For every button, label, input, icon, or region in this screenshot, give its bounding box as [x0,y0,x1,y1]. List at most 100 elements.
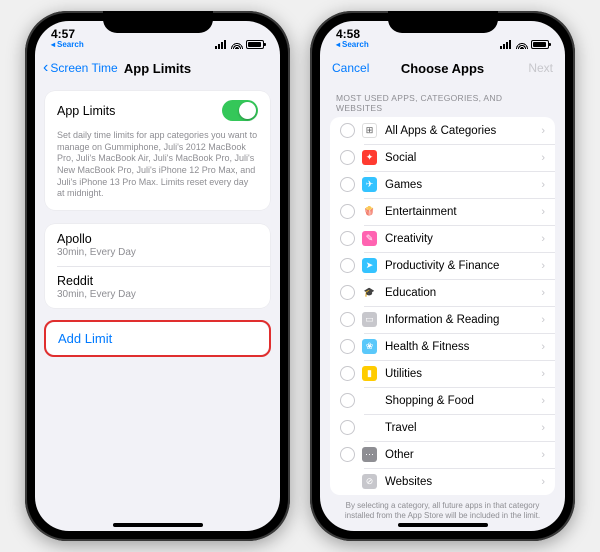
category-icon: 🛍 [362,393,377,408]
chevron-right-icon: › [541,422,545,434]
category-label: Health & Fitness [385,341,541,353]
category-list: ⊞ All Apps & Categories › ✦ Social › ✈ G… [330,117,555,495]
add-limit-label: Add Limit [58,331,112,346]
category-row[interactable]: 🍿 Entertainment › [330,198,555,225]
phone-left: 4:57 ◂Search ‹ Screen Time App Limits Ap… [25,11,290,541]
category-label: Entertainment [385,206,541,218]
limit-row[interactable]: Reddit30min, Every Day [45,266,270,308]
category-label: Social [385,152,541,164]
radio-button[interactable] [340,339,355,354]
battery-icon [531,40,549,49]
category-label: Education [385,287,541,299]
chevron-right-icon: › [541,395,545,407]
nav-title: App Limits [124,61,191,76]
content[interactable]: App Limits Set daily time limits for app… [35,85,280,531]
category-icon: ⋯ [362,447,377,462]
category-row[interactable]: ▭ Information & Reading › [330,306,555,333]
chevron-right-icon: › [541,341,545,353]
wifi-icon [231,40,243,49]
battery-icon [246,40,264,49]
cancel-button[interactable]: Cancel [332,61,369,75]
app-limits-toggle-row: App Limits [45,91,270,130]
app-limits-toggle[interactable] [222,100,258,121]
category-row[interactable]: ⊘ Websites › [330,468,555,495]
category-icon: ⊞ [362,123,377,138]
status-search-breadcrumb[interactable]: ◂Search [336,41,369,49]
radio-button[interactable] [340,312,355,327]
phone-right: 4:58 ◂Search Cancel Choose Apps Next MOS… [310,11,575,541]
category-label: Other [385,449,541,461]
limit-name: Apollo [57,232,92,246]
category-icon: ➤ [362,258,377,273]
radio-button[interactable] [340,393,355,408]
screen-app-limits: 4:57 ◂Search ‹ Screen Time App Limits Ap… [35,21,280,531]
add-limit-button[interactable]: Add Limit [46,322,269,355]
category-row[interactable]: 🎓 Education › [330,279,555,306]
category-label: Games [385,179,541,191]
chevron-right-icon: › [541,206,545,218]
category-label: Websites [385,476,541,488]
radio-button[interactable] [340,150,355,165]
radio-button[interactable] [340,420,355,435]
radio-button[interactable] [340,366,355,381]
category-row[interactable]: ✎ Creativity › [330,225,555,252]
category-label: Productivity & Finance [385,260,541,272]
category-row[interactable]: 🏖 Travel › [330,414,555,441]
radio-button[interactable] [340,177,355,192]
category-row[interactable]: ❀ Health & Fitness › [330,333,555,360]
category-row[interactable]: ▮ Utilities › [330,360,555,387]
chevron-right-icon: › [541,287,545,299]
radio-button[interactable] [340,258,355,273]
category-icon: ✈ [362,177,377,192]
section-header: MOST USED APPS, CATEGORIES, AND WEBSITES [330,87,555,117]
status-time: 4:58 [336,28,369,40]
content[interactable]: MOST USED APPS, CATEGORIES, AND WEBSITES… [320,85,565,531]
chevron-right-icon: › [541,368,545,380]
app-limits-description: Set daily time limits for app categories… [45,130,270,210]
category-icon: ❀ [362,339,377,354]
notch [388,11,498,33]
app-limits-toggle-card: App Limits Set daily time limits for app… [45,91,270,210]
category-icon: ▮ [362,366,377,381]
category-icon: 🍿 [362,204,377,219]
chevron-right-icon: › [541,449,545,461]
toggle-label: App Limits [57,104,115,118]
signal-icon [500,40,513,49]
category-icon: ▭ [362,312,377,327]
category-row[interactable]: ⋯ Other › [330,441,555,468]
home-indicator[interactable] [113,523,203,527]
chevron-right-icon: › [541,152,545,164]
radio-button[interactable] [340,447,355,462]
status-search-breadcrumb[interactable]: ◂Search [51,41,84,49]
back-button[interactable]: ‹ Screen Time [43,59,118,77]
limit-detail: 30min, Every Day [57,247,136,258]
category-row[interactable]: ✦ Social › [330,144,555,171]
radio-button[interactable] [340,231,355,246]
next-button[interactable]: Next [528,61,553,75]
chevron-left-icon: ‹ [43,59,48,77]
category-row[interactable]: ✈ Games › [330,171,555,198]
limit-row[interactable]: Apollo30min, Every Day [45,224,270,266]
category-icon: ✦ [362,150,377,165]
back-label: Screen Time [50,61,117,75]
category-icon: ⊘ [362,474,377,489]
category-label: Creativity [385,233,541,245]
chevron-right-icon: › [541,125,545,137]
radio-button[interactable] [340,123,355,138]
radio-button[interactable] [340,204,355,219]
category-label: Shopping & Food [385,395,541,407]
chevron-right-icon: › [541,260,545,272]
signal-icon [215,40,228,49]
category-row[interactable]: 🛍 Shopping & Food › [330,387,555,414]
status-time: 4:57 [51,28,84,40]
category-row[interactable]: ⊞ All Apps & Categories › [330,117,555,144]
category-row[interactable]: ➤ Productivity & Finance › [330,252,555,279]
category-icon: ✎ [362,231,377,246]
add-limit-highlight: Add Limit [44,320,271,357]
radio-button[interactable] [340,285,355,300]
limit-detail: 30min, Every Day [57,289,136,300]
home-indicator[interactable] [398,523,488,527]
chevron-right-icon: › [541,233,545,245]
footer-note: By selecting a category, all future apps… [330,495,555,522]
nav-title: Choose Apps [401,61,484,76]
